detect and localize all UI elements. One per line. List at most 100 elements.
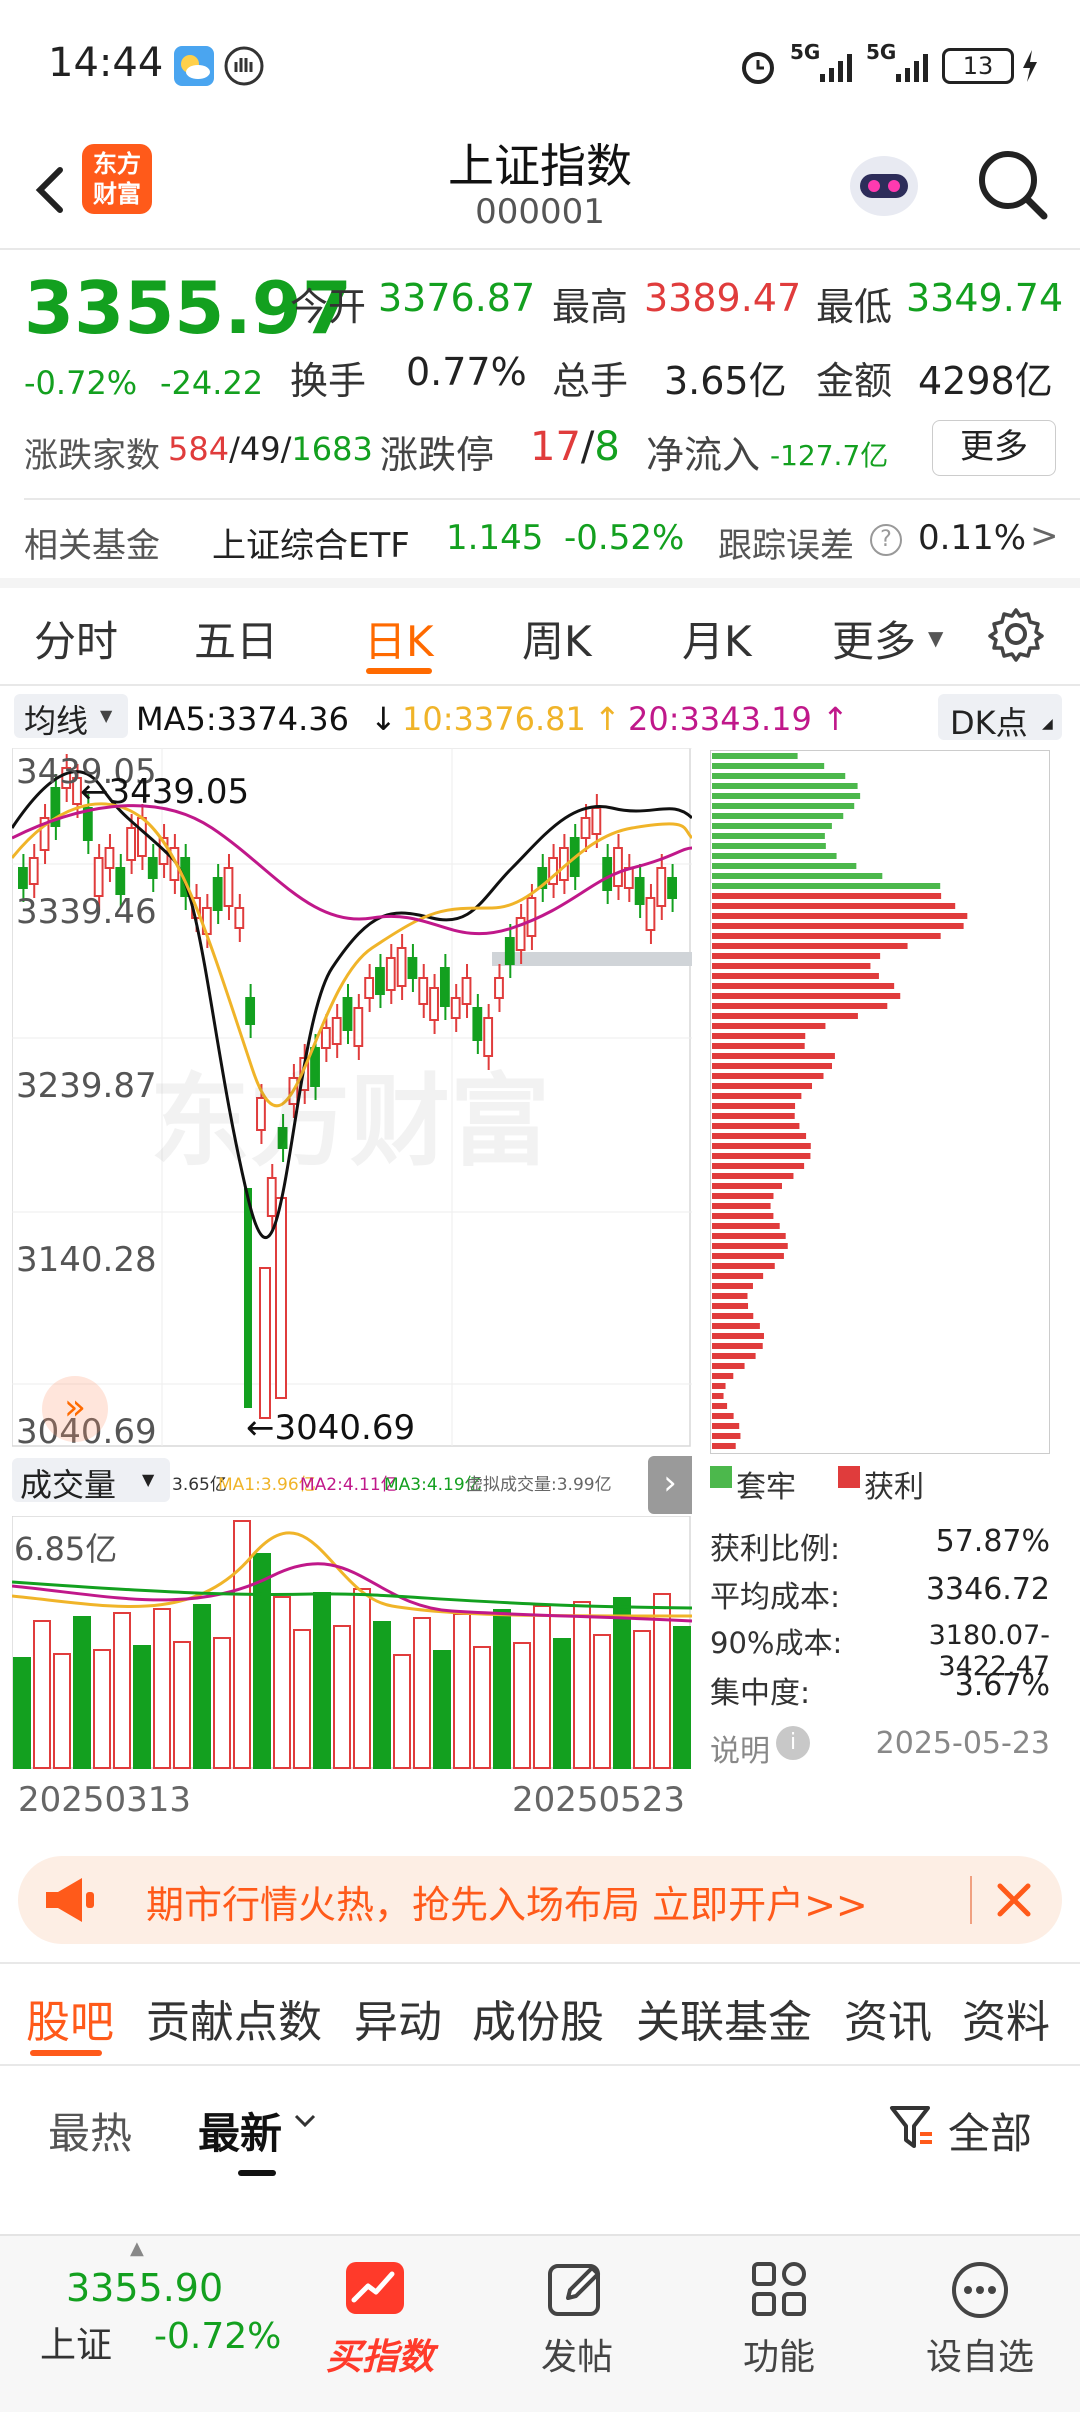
volume-bar — [273, 1596, 291, 1769]
volume-bar — [173, 1641, 191, 1769]
promo-text: 期市行情火热，抢先入场布局 立即开户>> — [146, 1883, 868, 1927]
candle-body — [450, 997, 461, 1019]
date-start: 20250313 — [18, 1780, 192, 1820]
volume-bar — [493, 1609, 511, 1769]
search-icon[interactable] — [972, 144, 1052, 224]
post-button[interactable]: 发帖 — [522, 2246, 632, 2396]
chip-bar — [712, 943, 908, 949]
chip-date: 2025-05-23 — [875, 1726, 1050, 1761]
chip-bar — [712, 923, 964, 929]
close-icon[interactable] — [988, 1874, 1040, 1930]
expand-panel-icon[interactable]: » — [42, 1376, 108, 1442]
related-fund-row[interactable]: 相关基金 上证综合ETF 1.145 -0.52% 跟踪误差 ? 0.11% > — [0, 500, 1080, 578]
watchlist-label: 设自选 — [925, 2337, 1034, 2378]
indicator-selector[interactable]: 均线 ▼ — [14, 694, 128, 740]
chip-bar — [712, 1033, 806, 1039]
functions-button[interactable]: 功能 — [724, 2246, 834, 2396]
logo-line-2: 财富 — [93, 180, 141, 208]
tab-constituents[interactable]: 成份股 — [472, 1986, 604, 2050]
tab-weekly-k[interactable]: 周K — [522, 608, 592, 669]
open-value: 3376.87 — [378, 276, 536, 320]
chip-bar — [712, 1283, 753, 1289]
help-icon[interactable]: ? — [870, 524, 902, 556]
sort-latest[interactable]: 最新 — [198, 2100, 282, 2161]
filter-all[interactable]: 全部 — [948, 2100, 1032, 2161]
chip-bar — [712, 783, 858, 789]
promo-divider — [970, 1876, 972, 1924]
up-count: 584 — [168, 430, 230, 468]
low-value: 3349.74 — [906, 276, 1064, 320]
volume-bar — [53, 1653, 71, 1769]
add-watchlist-button[interactable]: 设自选 — [910, 2246, 1050, 2396]
volume-bar — [473, 1646, 491, 1769]
dk-point-button[interactable]: DK点 ◢ — [938, 694, 1062, 742]
profit-ratio-label: 获利比例: — [710, 1532, 841, 1567]
volume-indicator-selector[interactable]: 成交量 ▼ — [12, 1458, 170, 1504]
battery-icon: 13 — [942, 48, 1014, 84]
chip-bar — [712, 873, 883, 879]
tab-profile[interactable]: 资料 — [962, 1986, 1050, 2050]
ma5-arrow: ↓ — [370, 700, 397, 738]
tab-anomaly[interactable]: 异动 — [354, 1986, 442, 2050]
chip-bar — [712, 1383, 726, 1389]
volume-bar — [413, 1617, 431, 1769]
chip-bar — [712, 1393, 724, 1399]
amount-value: 4298亿 — [918, 359, 1053, 403]
tabs-divider — [0, 684, 1080, 686]
volume-bar — [233, 1520, 251, 1769]
eastmoney-logo: 东方 财富 — [82, 144, 152, 214]
volume-bar — [313, 1592, 331, 1769]
chip-bar — [712, 1273, 764, 1279]
filter-icon[interactable] — [888, 2102, 936, 2156]
chip-note-label[interactable]: 说明 — [710, 1726, 770, 1770]
tab-guba[interactable]: 股吧 — [26, 1986, 114, 2050]
settings-gear-icon[interactable] — [988, 606, 1044, 666]
robot-assistant-icon[interactable] — [842, 140, 926, 224]
chip-bar — [712, 1433, 741, 1439]
charging-icon — [1020, 48, 1040, 88]
chip-bar — [712, 843, 826, 849]
candle-body — [667, 877, 677, 899]
y-label-1: 3339.46 — [16, 892, 157, 932]
tab-daily-k[interactable]: 日K — [364, 608, 434, 669]
chip-bar — [712, 1333, 764, 1339]
buy-index-button[interactable]: 买指数 — [320, 2246, 440, 2396]
volume-bar — [593, 1634, 611, 1769]
volume-bar — [373, 1621, 391, 1769]
down-count: 1683 — [291, 430, 373, 468]
tab-monthly-k[interactable]: 月K — [682, 608, 752, 669]
back-button[interactable] — [20, 150, 80, 230]
candle-body — [439, 967, 450, 1007]
section-tabs-divider — [0, 2064, 1080, 2066]
concentration-value: 3.67% — [954, 1668, 1050, 1703]
collapse-panel-button[interactable]: › — [648, 1456, 692, 1514]
more-quote-button[interactable]: 更多 — [932, 420, 1056, 476]
dk-point-label: DK点 — [950, 704, 1028, 742]
tab-intraday[interactable]: 分时 — [34, 608, 118, 669]
chip-bar — [712, 1303, 749, 1309]
cost90-label: 90%成本: — [710, 1626, 843, 1660]
tab-five-day[interactable]: 五日 — [194, 608, 278, 669]
candle-body — [526, 897, 537, 937]
volume-value: 3.65亿 — [664, 359, 787, 403]
tab-contribution[interactable]: 贡献点数 — [146, 1986, 322, 2050]
limit-down-count: 8 — [594, 424, 620, 470]
battery-level: 13 — [962, 52, 994, 80]
profit-ratio-value: 57.87% — [935, 1524, 1050, 1559]
chip-bar — [712, 1193, 774, 1199]
tab-news[interactable]: 资讯 — [844, 1986, 932, 2050]
volume-label: 总手 — [552, 359, 629, 403]
candle-body — [245, 997, 256, 1025]
volume-bar — [613, 1597, 631, 1769]
chip-bar — [712, 993, 901, 999]
tab-related-funds[interactable]: 关联基金 — [636, 1986, 812, 2050]
sort-hot[interactable]: 最热 — [48, 2100, 132, 2161]
promo-banner[interactable]: 期市行情火热，抢先入场布局 立即开户>> — [18, 1856, 1062, 1944]
tab-more[interactable]: 更多 — [832, 608, 916, 669]
info-icon[interactable]: i — [776, 1726, 810, 1760]
chip-bar — [712, 913, 968, 919]
chip-bar — [712, 1233, 786, 1239]
megaphone-icon — [42, 1874, 98, 1930]
chip-bar — [712, 1253, 784, 1259]
section-tabs: 股吧 贡献点数 异动 成份股 关联基金 资讯 资料 — [0, 1966, 1080, 2062]
